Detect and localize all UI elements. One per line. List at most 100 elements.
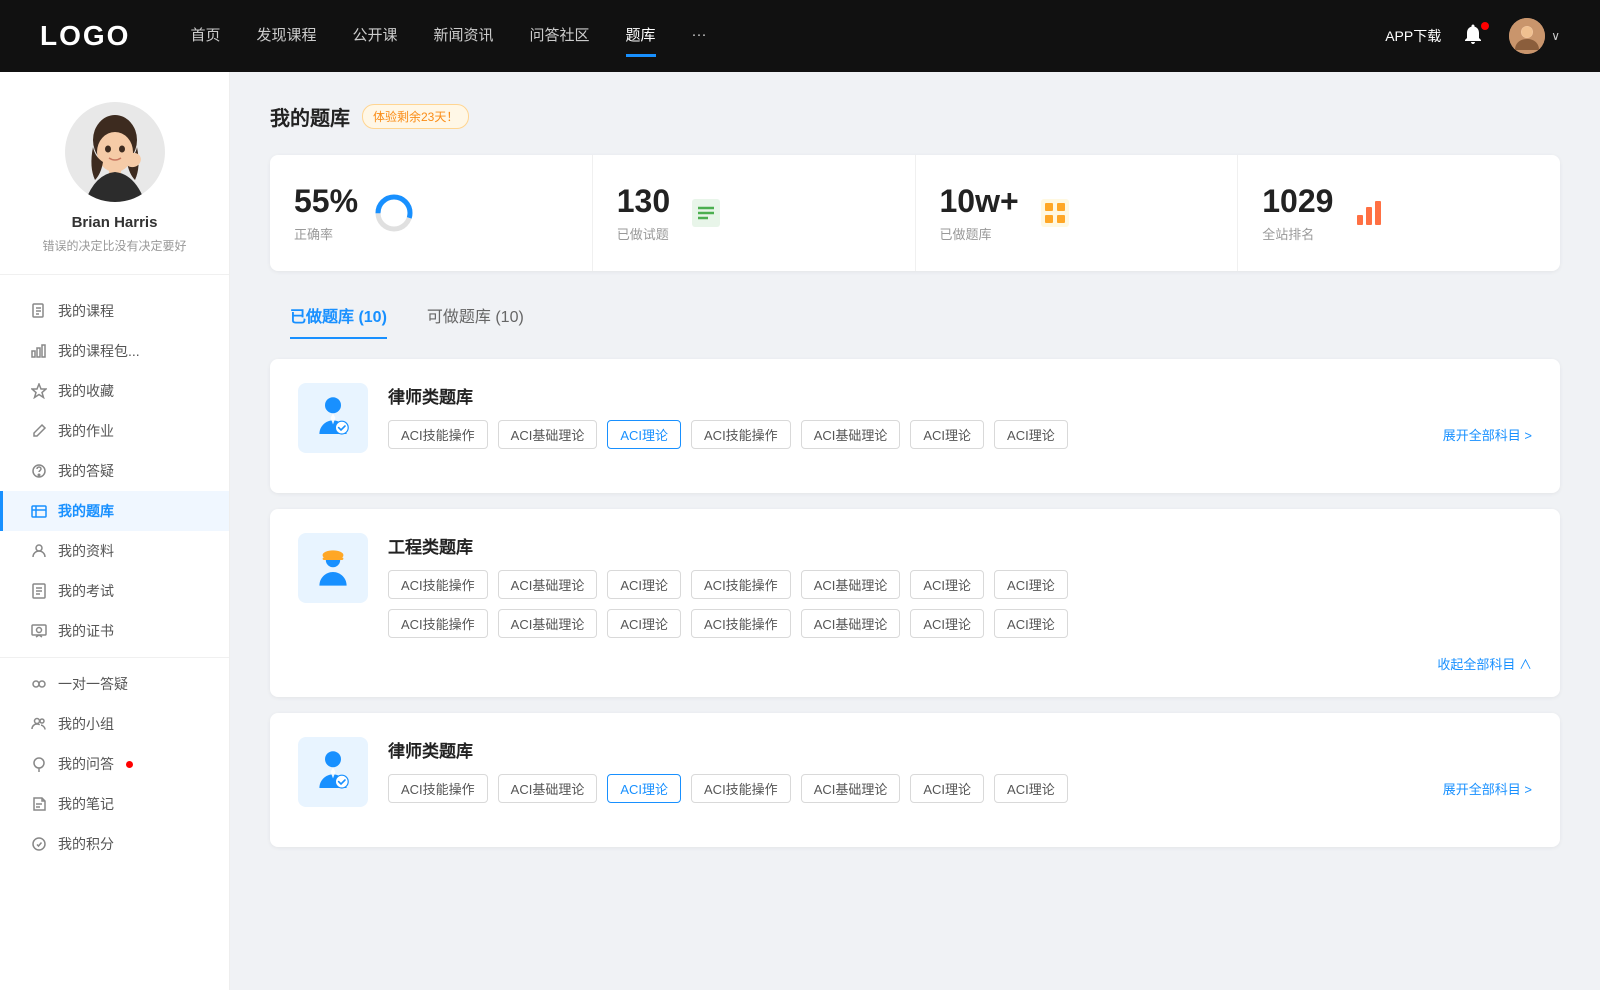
user-avatar-wrapper[interactable]: ∨ — [1509, 18, 1560, 54]
law2-tag-2-selected[interactable]: ACI理论 — [607, 774, 681, 803]
profile-name: Brian Harris — [20, 214, 209, 231]
sidebar-item-notes-label: 我的笔记 — [58, 794, 114, 814]
eng-tag2-3[interactable]: ACI技能操作 — [691, 609, 791, 638]
logo[interactable]: LOGO — [40, 20, 130, 52]
sidebar-item-course[interactable]: 我的课程 — [0, 291, 229, 331]
tag-3[interactable]: ACI技能操作 — [691, 420, 791, 449]
law2-tag-3[interactable]: ACI技能操作 — [691, 774, 791, 803]
qbank-card-engineer: 工程类题库 ACI技能操作 ACI基础理论 ACI理论 ACI技能操作 ACI基… — [270, 509, 1560, 697]
qbank-lawyer-1-tags: ACI技能操作 ACI基础理论 ACI理论 ACI技能操作 ACI基础理论 AC… — [388, 420, 1532, 449]
sidebar-profile: Brian Harris 错误的决定比没有决定要好 — [0, 102, 229, 275]
tag-4[interactable]: ACI基础理论 — [801, 420, 901, 449]
nav-home[interactable]: 首页 — [190, 24, 220, 49]
sidebar-item-1on1[interactable]: 一对一答疑 — [0, 664, 229, 704]
chart-icon — [30, 342, 48, 360]
page-header: 我的题库 体验剩余23天！ — [270, 102, 1560, 131]
law2-tag-4[interactable]: ACI基础理论 — [801, 774, 901, 803]
sidebar-item-group[interactable]: 我的小组 — [0, 704, 229, 744]
lawyer-2-icon — [309, 748, 357, 796]
sidebar-item-bank[interactable]: 我的题库 — [0, 491, 229, 531]
sidebar-item-points[interactable]: 我的积分 — [0, 824, 229, 864]
qbank-lawyer-icon-wrap — [298, 383, 368, 453]
eng-tag2-4[interactable]: ACI基础理论 — [801, 609, 901, 638]
qa-icon — [30, 675, 48, 693]
law2-tag-0[interactable]: ACI技能操作 — [388, 774, 488, 803]
notification-dot — [1481, 22, 1489, 30]
sidebar-item-profile[interactable]: 我的资料 — [0, 531, 229, 571]
eng-tag2-0[interactable]: ACI技能操作 — [388, 609, 488, 638]
lawyer-icon — [309, 394, 357, 442]
sidebar-item-certificate[interactable]: 我的证书 — [0, 611, 229, 651]
sidebar-item-exam[interactable]: 我的考试 — [0, 571, 229, 611]
top-navigation: LOGO 首页 发现课程 公开课 新闻资讯 问答社区 题库 ··· APP下载 — [0, 0, 1600, 72]
qbank-expand-link-1[interactable]: 展开全部科目 > — [1443, 425, 1532, 444]
sidebar-item-favorites[interactable]: 我的收藏 — [0, 371, 229, 411]
note-icon — [30, 795, 48, 813]
tag-5[interactable]: ACI理论 — [910, 420, 984, 449]
stat-questions-done: 130 已做试题 — [593, 155, 916, 271]
stat-accuracy: 55% 正确率 — [270, 155, 593, 271]
eng-tag2-6[interactable]: ACI理论 — [994, 609, 1068, 638]
tab-done-banks[interactable]: 已做题库 (10) — [270, 295, 407, 339]
sidebar: Brian Harris 错误的决定比没有决定要好 我的课程 我的课程包... — [0, 72, 230, 990]
law2-tag-5[interactable]: ACI理论 — [910, 774, 984, 803]
eng-tag-4[interactable]: ACI基础理论 — [801, 570, 901, 599]
stat-rank-label: 全站排名 — [1262, 224, 1333, 243]
person-icon — [30, 542, 48, 560]
eng-tag2-5[interactable]: ACI理论 — [910, 609, 984, 638]
bank-icon — [30, 502, 48, 520]
stats-row: 55% 正确率 130 已做试题 — [270, 155, 1560, 271]
sidebar-item-1on1-label: 一对一答疑 — [58, 674, 128, 694]
cert-icon — [30, 622, 48, 640]
sidebar-item-questions[interactable]: 我的答疑 — [0, 451, 229, 491]
bar-chart-icon — [1349, 193, 1389, 233]
tag-2-selected[interactable]: ACI理论 — [607, 420, 681, 449]
page-title: 我的题库 — [270, 102, 350, 131]
stat-rank: 1029 全站排名 — [1238, 155, 1560, 271]
sidebar-item-homework[interactable]: 我的作业 — [0, 411, 229, 451]
sidebar-item-qa[interactable]: 我的问答 — [0, 744, 229, 784]
sidebar-item-points-label: 我的积分 — [58, 834, 114, 854]
stat-banks-done-label: 已做题库 — [940, 224, 1019, 243]
nav-news[interactable]: 新闻资讯 — [434, 24, 494, 49]
nav-discover[interactable]: 发现课程 — [256, 24, 316, 49]
exam-icon — [30, 582, 48, 600]
nav-bank[interactable]: 题库 — [626, 24, 656, 49]
tag-0[interactable]: ACI技能操作 — [388, 420, 488, 449]
eng-tag-6[interactable]: ACI理论 — [994, 570, 1068, 599]
nav-qa[interactable]: 问答社区 — [530, 24, 590, 49]
qbank-lawyer-2-name: 律师类题库 — [388, 737, 1532, 762]
qbank-expand-link-3[interactable]: 展开全部科目 > — [1443, 779, 1532, 798]
sidebar-item-notes[interactable]: 我的笔记 — [0, 784, 229, 824]
table-icon — [1035, 193, 1075, 233]
star-icon — [30, 382, 48, 400]
eng-tag-0[interactable]: ACI技能操作 — [388, 570, 488, 599]
tag-1[interactable]: ACI基础理论 — [498, 420, 598, 449]
eng-tag-1[interactable]: ACI基础理论 — [498, 570, 598, 599]
eng-tag-3[interactable]: ACI技能操作 — [691, 570, 791, 599]
nav-opencourse[interactable]: 公开课 — [352, 24, 397, 49]
engineer-icon — [309, 544, 357, 592]
notification-bell[interactable] — [1461, 22, 1489, 50]
qbank-card-lawyer-2: 律师类题库 ACI技能操作 ACI基础理论 ACI理论 ACI技能操作 ACI基… — [270, 713, 1560, 847]
eng-tag2-1[interactable]: ACI基础理论 — [498, 609, 598, 638]
tab-available-banks[interactable]: 可做题库 (10) — [407, 295, 544, 339]
sidebar-item-certificate-label: 我的证书 — [58, 621, 114, 641]
eng-tag-2[interactable]: ACI理论 — [607, 570, 681, 599]
nav-more[interactable]: ··· — [692, 26, 707, 47]
eng-tag2-2[interactable]: ACI理论 — [607, 609, 681, 638]
answer-icon — [30, 755, 48, 773]
score-icon — [30, 835, 48, 853]
law2-tag-6[interactable]: ACI理论 — [994, 774, 1068, 803]
tag-6[interactable]: ACI理论 — [994, 420, 1068, 449]
qbank-collapse-link[interactable]: 收起全部科目 ∧ — [298, 654, 1532, 673]
sidebar-item-profile-label: 我的资料 — [58, 541, 114, 561]
app-download-button[interactable]: APP下载 — [1385, 26, 1441, 46]
law2-tag-1[interactable]: ACI基础理论 — [498, 774, 598, 803]
list-icon — [686, 193, 726, 233]
sidebar-item-package-label: 我的课程包... — [58, 341, 140, 361]
eng-tag-5[interactable]: ACI理论 — [910, 570, 984, 599]
tabs-row: 已做题库 (10) 可做题库 (10) — [270, 295, 1560, 339]
sidebar-item-package[interactable]: 我的课程包... — [0, 331, 229, 371]
qbank-card-lawyer-1: 律师类题库 ACI技能操作 ACI基础理论 ACI理论 ACI技能操作 ACI基… — [270, 359, 1560, 493]
